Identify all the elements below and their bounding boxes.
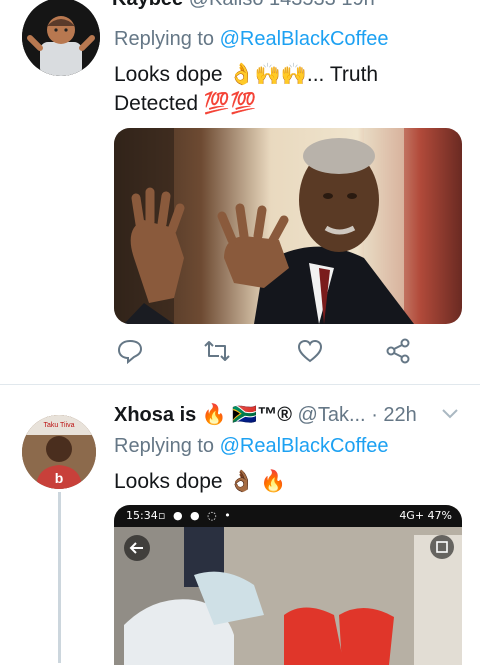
tweet-2-header: Xhosa is 🔥 🇿🇦™® @Tak... · 22h (114, 402, 417, 427)
tweet-1-avatar[interactable] (22, 0, 100, 76)
avatar-caption: Taku Tiiva (43, 422, 74, 429)
tweet-2-time: · 22h (371, 404, 417, 426)
emoji-ok-fire: 👌🏾 🔥 (228, 470, 287, 493)
replying-to-handle-link[interactable]: @RealBlackCoffee (220, 28, 389, 50)
tweet-2-handle: @Tak... (297, 404, 366, 426)
replying-to-label: Replying to (114, 435, 215, 457)
like-icon[interactable] (297, 338, 325, 366)
tweet-1-display-name[interactable]: Kaybee (112, 0, 183, 10)
tweet-2-avatar[interactable]: Taku Tiiva b (22, 415, 96, 489)
man-gesturing-photo (114, 128, 414, 324)
sneakers-photo (114, 527, 462, 665)
name-suffix: ™® (257, 404, 292, 426)
tweet-1-header: Kaybee @Kaliso 143533 19h (112, 0, 375, 11)
svg-text:b: b (55, 470, 64, 486)
emoji-fire-flag: 🔥 🇿🇦 (201, 404, 258, 426)
tweet-2-text-body: Looks dope (114, 470, 223, 493)
tweet-2-screenshot-media[interactable]: 15:34 ▫ ● ● ◌ • 4G+ 47% (114, 505, 462, 665)
reply-icon[interactable] (117, 338, 145, 366)
retweet-icon[interactable] (203, 338, 231, 366)
tweet-1-text-line1: Looks dope 👌🙌🙌... Truth (114, 61, 378, 89)
tweet-1-text-suffix: ... Truth (306, 63, 379, 86)
tweet-2-text: Looks dope 👌🏾 🔥 (114, 468, 287, 496)
replying-to-label: Replying to (114, 28, 215, 50)
tweet-1-handle: @Kaliso 143533 (189, 0, 336, 10)
tweet-1-text-line2: Detected 💯💯 (114, 90, 256, 118)
back-arrow-icon[interactable] (124, 535, 150, 561)
tweet-1-actions (0, 338, 480, 370)
thread-connector-line (58, 492, 61, 663)
shrug-avatar-icon (22, 0, 100, 76)
emoji-ok-hands: 👌🙌🙌 (228, 63, 307, 86)
chevron-down-icon[interactable] (441, 408, 459, 420)
tweet-1-photo[interactable] (114, 128, 462, 324)
replying-to-handle-link[interactable]: @RealBlackCoffee (220, 435, 389, 457)
person-avatar-icon: Taku Tiiva b (22, 415, 96, 489)
share-icon[interactable] (385, 338, 413, 366)
tweet-1-replying: Replying to @RealBlackCoffee (114, 28, 389, 51)
tweet-1-text: Looks dope (114, 63, 223, 86)
tweet-2-replying: Replying to @RealBlackCoffee (114, 435, 389, 458)
rotate-icon[interactable] (430, 535, 454, 559)
tweet-2-display-name[interactable]: Xhosa is (114, 404, 196, 426)
tweet-1-text-2: Detected (114, 92, 199, 115)
tweet-1-time: 19h (341, 0, 374, 10)
emoji-hundred: 💯💯 (203, 92, 257, 115)
